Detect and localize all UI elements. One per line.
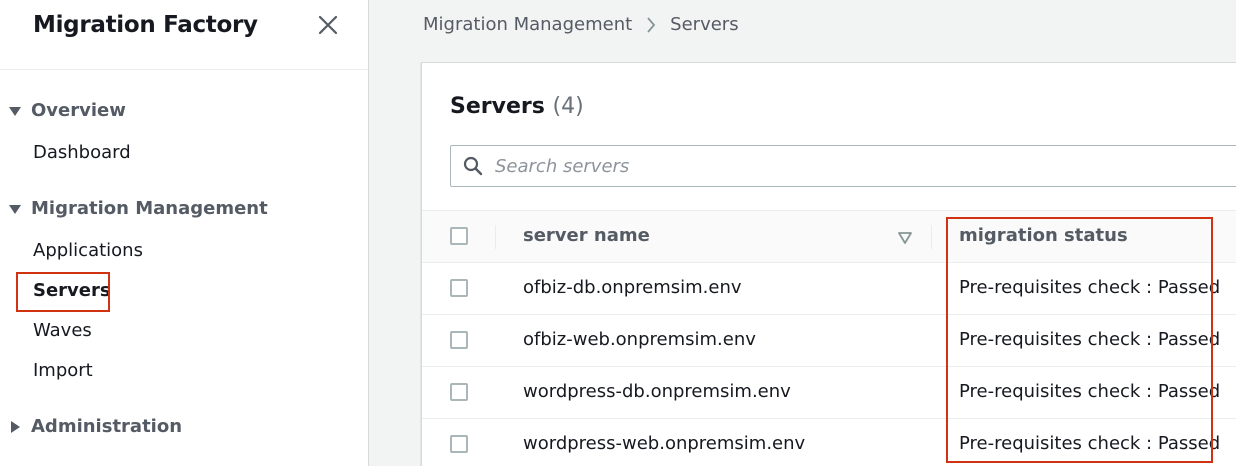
sidebar-section-migration-management[interactable]: Migration Management	[8, 198, 268, 219]
search-input[interactable]	[495, 155, 1195, 177]
server-name-cell: ofbiz-db.onpremsim.env	[523, 277, 742, 298]
close-icon[interactable]	[316, 13, 340, 37]
chevron-right-icon	[646, 16, 656, 34]
panel-title-text: Servers	[450, 94, 545, 119]
highlight-box-migration-status	[946, 217, 1213, 463]
row-checkbox[interactable]	[450, 279, 468, 297]
caret-down-icon	[8, 104, 26, 118]
sort-down-icon[interactable]	[897, 230, 913, 246]
sidebar-section-overview[interactable]: Overview	[8, 100, 126, 121]
server-name-cell: wordpress-web.onpremsim.env	[523, 433, 806, 454]
sidebar-section-label: Migration Management	[31, 198, 268, 219]
search-box[interactable]	[450, 145, 1236, 187]
highlight-box-servers-nav	[16, 272, 110, 312]
sidebar-item-dashboard[interactable]: Dashboard	[33, 142, 131, 163]
sidebar-section-label: Administration	[31, 416, 183, 437]
server-name-cell: wordpress-db.onpremsim.env	[523, 381, 791, 402]
server-name-cell: ofbiz-web.onpremsim.env	[523, 329, 756, 350]
search-icon	[463, 156, 483, 176]
sidebar-section-administration[interactable]: Administration	[8, 416, 182, 437]
server-count: (4)	[552, 94, 584, 119]
breadcrumb-current: Servers	[670, 14, 739, 35]
sidebar-item-applications[interactable]: Applications	[33, 240, 143, 261]
column-header-server-name[interactable]: server name	[523, 225, 650, 246]
breadcrumb: Migration Management Servers	[423, 14, 739, 35]
sidebar: Migration Factory Overview Dashboard Mig…	[0, 0, 369, 466]
sidebar-item-waves[interactable]: Waves	[33, 320, 92, 341]
breadcrumb-link-migration-management[interactable]: Migration Management	[423, 14, 632, 35]
column-divider	[495, 225, 496, 249]
sidebar-section-label: Overview	[31, 100, 126, 121]
sidebar-header: Migration Factory	[0, 0, 368, 70]
select-all-checkbox[interactable]	[450, 227, 468, 245]
column-divider	[931, 225, 932, 249]
row-checkbox[interactable]	[450, 383, 468, 401]
row-checkbox[interactable]	[450, 435, 468, 453]
caret-right-icon	[8, 420, 26, 434]
page-title: Servers (4)	[450, 94, 584, 119]
row-checkbox[interactable]	[450, 331, 468, 349]
sidebar-item-import[interactable]: Import	[33, 360, 93, 381]
sidebar-title: Migration Factory	[33, 12, 258, 38]
caret-down-icon	[8, 202, 26, 216]
